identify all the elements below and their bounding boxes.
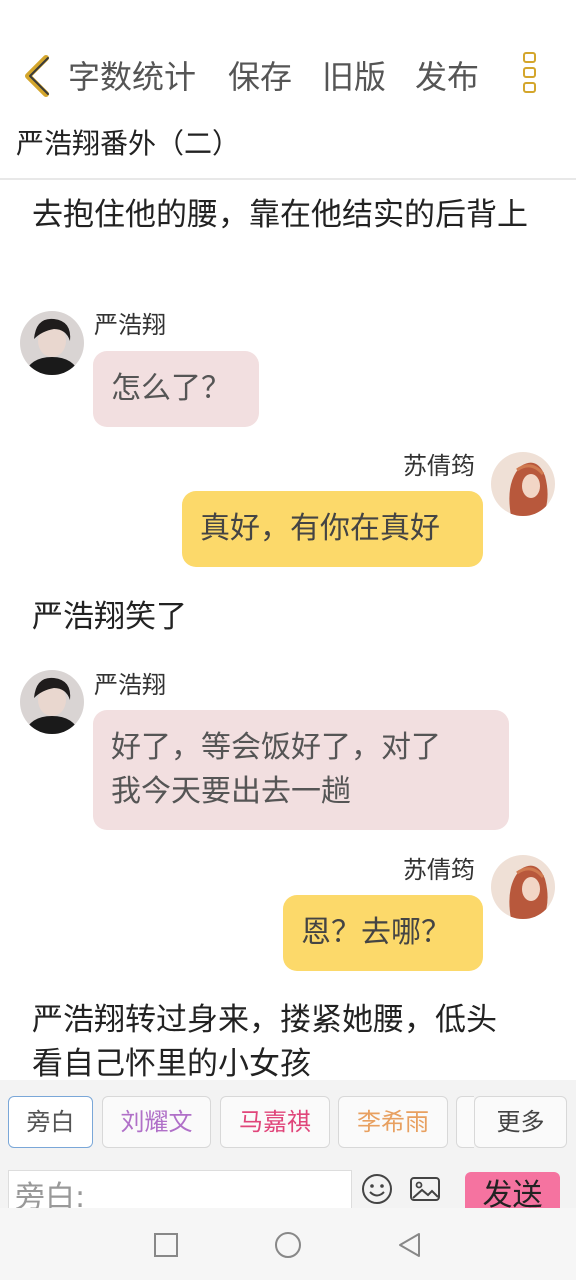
system-nav-bar xyxy=(0,1208,576,1280)
role-chip-partial[interactable] xyxy=(456,1096,474,1148)
narration-text: 去抱住他的腰，靠在他结实的后背上 xyxy=(32,197,528,233)
narration-text: 严浩翔笑了 xyxy=(32,599,187,635)
vertical-dots-icon[interactable] xyxy=(516,52,542,100)
smiley-icon[interactable] xyxy=(360,1172,394,1206)
circle-icon[interactable] xyxy=(273,1230,303,1260)
image-icon[interactable] xyxy=(408,1172,442,1206)
role-chip[interactable]: 马嘉祺 xyxy=(220,1096,330,1148)
avatar[interactable] xyxy=(491,452,555,516)
avatar[interactable] xyxy=(20,311,84,375)
publish-button[interactable]: 发布 xyxy=(415,57,479,97)
speaker-name: 严浩翔 xyxy=(94,311,166,339)
chat-bubble[interactable]: 怎么了？ xyxy=(93,351,259,427)
chat-bubble[interactable]: 真好，有你在真好 xyxy=(182,491,483,567)
composer: 旁白 刘耀文 马嘉祺 李希雨 更多 旁白: 发送 xyxy=(0,1080,576,1226)
speaker-name: 苏倩筠 xyxy=(403,452,475,480)
speaker-name: 严浩翔 xyxy=(94,671,166,699)
chat-bubble[interactable]: 好了，等会饭好了，对了 我今天要出去一趟 xyxy=(93,710,509,830)
triangle-back-icon[interactable] xyxy=(395,1230,425,1260)
narration-text: 严浩翔转过身来，搂紧她腰，低头 看自己怀里的小女孩 xyxy=(32,998,552,1086)
old-version-button[interactable]: 旧版 xyxy=(322,57,386,97)
role-chip[interactable]: 刘耀文 xyxy=(102,1096,211,1148)
chat-bubble-line: 我今天要出去一趟 xyxy=(111,774,351,809)
divider xyxy=(0,178,576,180)
role-chip[interactable]: 李希雨 xyxy=(338,1096,448,1148)
chat-bubble-line: 好了，等会饭好了，对了 xyxy=(111,730,441,765)
toolbar: 字数统计 保存 旧版 发布 xyxy=(0,40,576,116)
story-title: 严浩翔番外（二） xyxy=(16,127,241,160)
narration-line: 严浩翔转过身来，搂紧她腰，低头 xyxy=(32,1002,497,1038)
avatar[interactable] xyxy=(491,855,555,919)
square-icon[interactable] xyxy=(151,1230,181,1260)
word-count-button[interactable]: 字数统计 xyxy=(68,57,196,97)
chevron-left-icon[interactable] xyxy=(20,54,54,98)
avatar[interactable] xyxy=(20,670,84,734)
more-roles-button[interactable]: 更多 xyxy=(474,1096,567,1148)
role-chip-narration[interactable]: 旁白 xyxy=(8,1096,93,1148)
chat-bubble[interactable]: 恩？去哪？ xyxy=(283,895,483,971)
save-button[interactable]: 保存 xyxy=(228,57,292,97)
speaker-name: 苏倩筠 xyxy=(403,856,475,884)
